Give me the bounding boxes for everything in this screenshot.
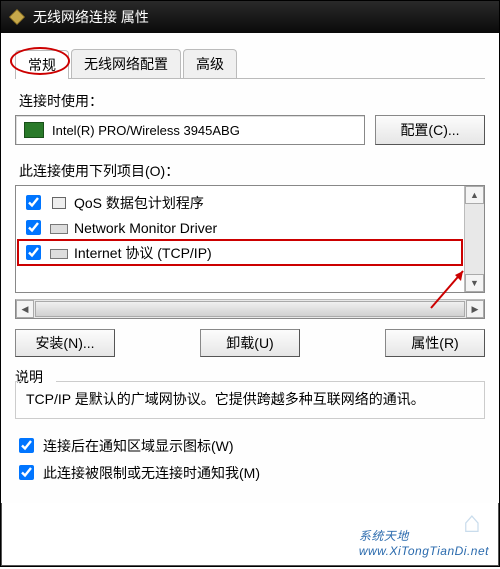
uninstall-button[interactable]: 卸载(U) xyxy=(200,329,300,357)
vertical-scrollbar[interactable]: ▲ ▼ xyxy=(464,186,484,292)
tab-bar: 常规 无线网络配置 高级 xyxy=(15,49,485,79)
show-icon-row: 连接后在通知区域显示图标(W) xyxy=(15,435,485,456)
connect-using-label: 连接时使用： xyxy=(19,91,485,111)
notify-limited-row: 此连接被限制或无连接时通知我(M) xyxy=(15,462,485,483)
tab-general-label: 常规 xyxy=(28,57,56,73)
window-title: 无线网络连接 属性 xyxy=(33,7,149,27)
adapter-row: Intel(R) PRO/Wireless 3945ABG 配置(C)... xyxy=(15,115,485,145)
list-item-nm[interactable]: Network Monitor Driver xyxy=(18,215,462,240)
show-icon-checkbox[interactable] xyxy=(19,438,34,453)
horizontal-scrollbar[interactable]: ◀ ▶ xyxy=(15,299,485,319)
item-buttons: 安装(N)... 卸载(U) 属性(R) xyxy=(15,329,485,357)
install-button[interactable]: 安装(N)... xyxy=(15,329,115,357)
tab-general[interactable]: 常规 xyxy=(15,50,69,79)
item-tcpip-label: Internet 协议 (TCP/IP) xyxy=(74,243,212,263)
titlebar[interactable]: 无线网络连接 属性 xyxy=(1,1,499,33)
item-nm-label: Network Monitor Driver xyxy=(74,220,217,236)
properties-button[interactable]: 属性(R) xyxy=(385,329,485,357)
checkbox-tcpip[interactable] xyxy=(26,245,41,260)
tab-advanced[interactable]: 高级 xyxy=(183,49,237,78)
scroll-track[interactable] xyxy=(465,204,484,274)
list-item-tcpip[interactable]: Internet 协议 (TCP/IP) xyxy=(18,240,462,265)
adapter-box: Intel(R) PRO/Wireless 3945ABG xyxy=(15,115,365,145)
qos-icon xyxy=(50,195,68,211)
adapter-name: Intel(R) PRO/Wireless 3945ABG xyxy=(52,123,240,138)
scroll-right-icon[interactable]: ▶ xyxy=(466,300,484,318)
watermark: 系统天地 www.XiTongTianDi.net xyxy=(359,527,489,558)
description-group: 说明 TCP/IP 是默认的广域网协议。它提供跨越多种互联网络的通讯。 xyxy=(15,367,485,419)
watermark-url: www.XiTongTianDi.net xyxy=(359,544,489,558)
network-monitor-icon xyxy=(50,220,68,236)
items-list[interactable]: QoS 数据包计划程序 Network Monitor Driver Inter… xyxy=(16,186,464,292)
show-icon-label: 连接后在通知区域显示图标(W) xyxy=(43,436,234,456)
tab-advanced-label: 高级 xyxy=(196,56,224,72)
scroll-down-icon[interactable]: ▼ xyxy=(465,274,484,292)
description-text: TCP/IP 是默认的广域网协议。它提供跨越多种互联网络的通讯。 xyxy=(26,391,425,407)
description-box: TCP/IP 是默认的广域网协议。它提供跨越多种互联网络的通讯。 xyxy=(15,381,485,419)
scroll-left-icon[interactable]: ◀ xyxy=(16,300,34,318)
notify-limited-label: 此连接被限制或无连接时通知我(M) xyxy=(43,463,260,483)
tab-wireless[interactable]: 无线网络配置 xyxy=(71,49,181,78)
scroll-up-icon[interactable]: ▲ xyxy=(465,186,484,204)
configure-button[interactable]: 配置(C)... xyxy=(375,115,485,145)
tcpip-icon xyxy=(50,245,68,261)
tab-wireless-label: 无线网络配置 xyxy=(84,56,168,72)
item-qos-label: QoS 数据包计划程序 xyxy=(74,193,204,213)
watermark-brand: 系统天地 xyxy=(359,529,409,543)
notify-limited-checkbox[interactable] xyxy=(19,465,34,480)
nic-icon xyxy=(24,122,44,138)
properties-dialog: 无线网络连接 属性 常规 无线网络配置 高级 连接时使用： Intel(R) P… xyxy=(0,0,500,567)
checkbox-qos[interactable] xyxy=(26,195,41,210)
window-icon xyxy=(9,9,25,25)
items-listbox: QoS 数据包计划程序 Network Monitor Driver Inter… xyxy=(15,185,485,293)
scroll-thumb[interactable] xyxy=(35,301,465,317)
dialog-content: 常规 无线网络配置 高级 连接时使用： Intel(R) PRO/Wireles… xyxy=(1,33,499,503)
items-label: 此连接使用下列项目(O)： xyxy=(19,161,485,181)
watermark-logo: ⌂ xyxy=(463,506,481,540)
checkbox-nm[interactable] xyxy=(26,220,41,235)
list-item-qos[interactable]: QoS 数据包计划程序 xyxy=(18,190,462,215)
